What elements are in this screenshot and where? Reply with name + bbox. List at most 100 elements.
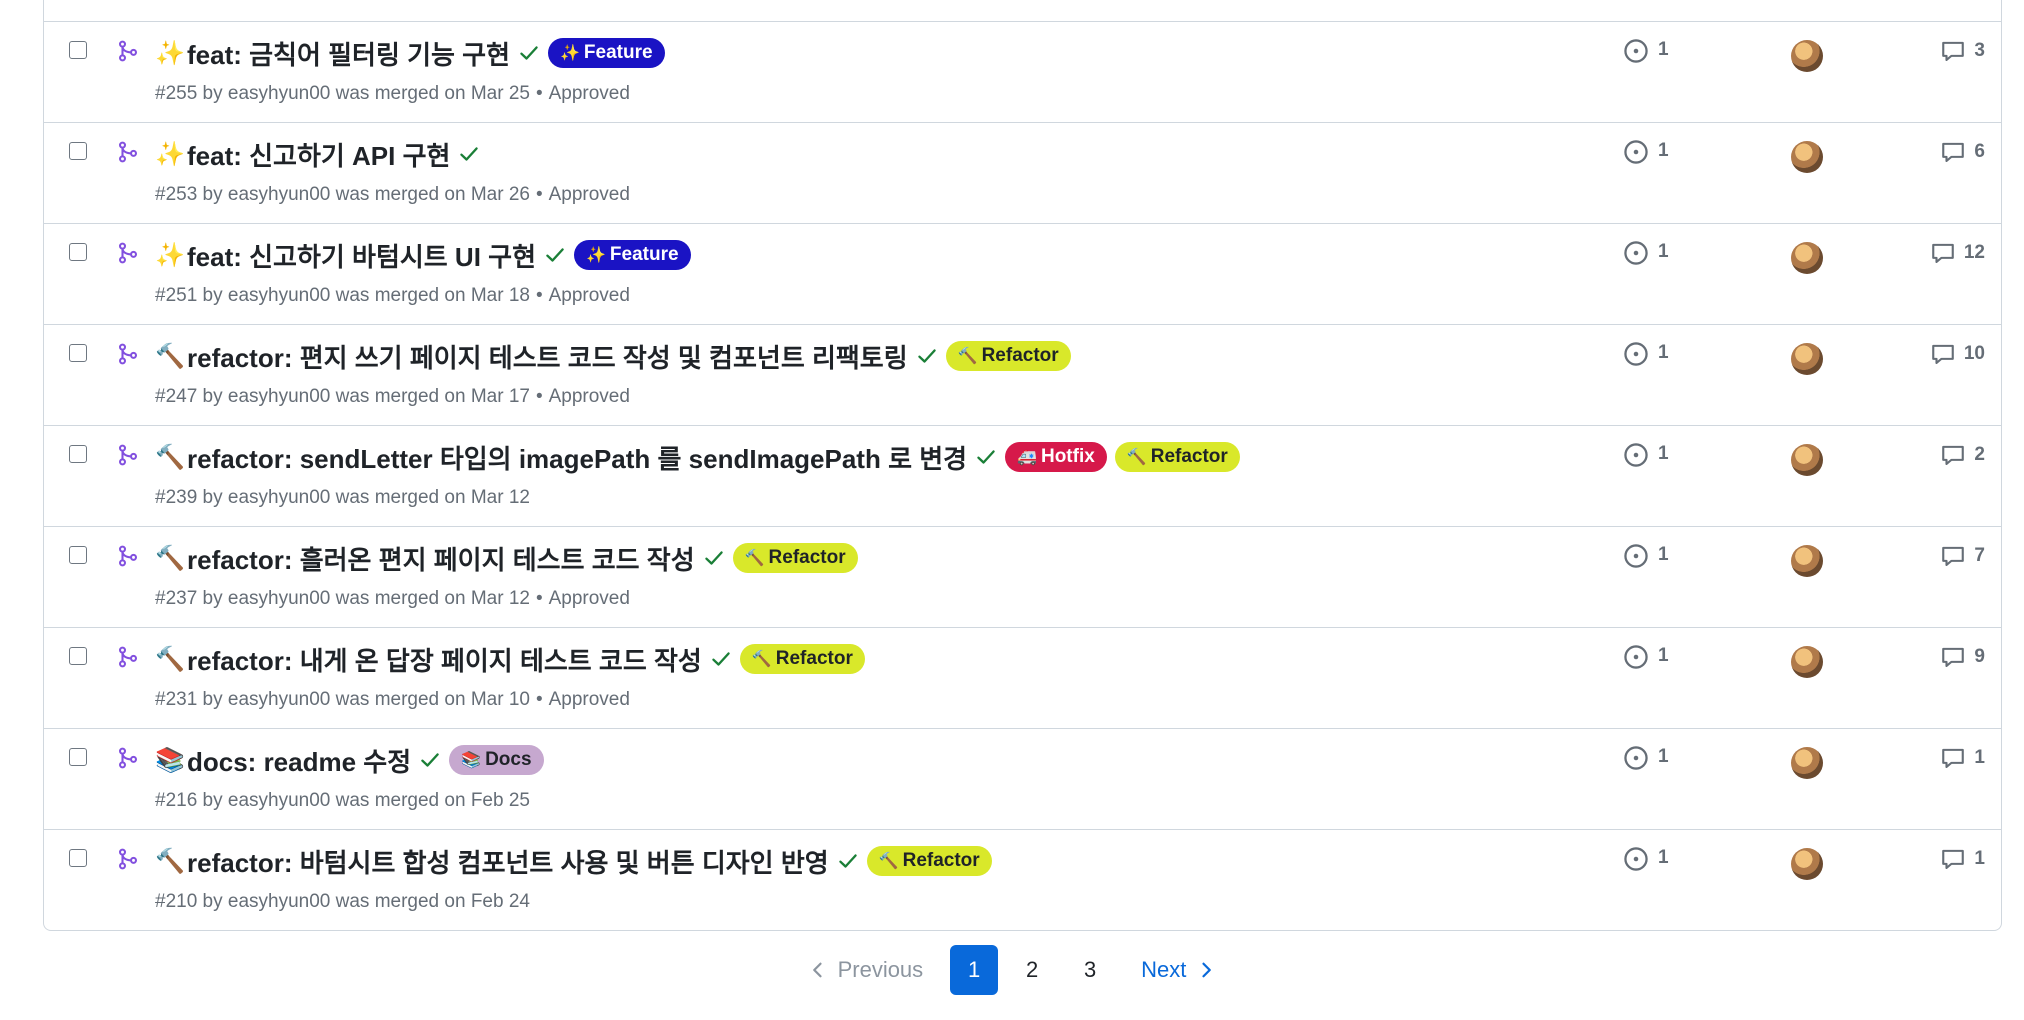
avatar[interactable] [1791,343,1823,375]
previous-page-button: Previous [808,957,923,983]
comment-icon [1942,849,1965,869]
avatar[interactable] [1791,646,1823,678]
meta-separator: • [535,184,543,205]
comments-link[interactable]: 2 [1940,442,1985,468]
title-line: ✨ feat: 신고하기 API 구현 [155,137,480,171]
comments-link[interactable]: 12 [1930,240,1985,266]
meta-separator: • [535,285,543,306]
title-emoji: ✨ [155,140,185,168]
label-badge[interactable]: 📚 Docs [449,745,544,775]
linked-issue-count[interactable]: 1 [1658,645,1669,667]
label-emoji: ✨ [586,247,606,264]
comments-link[interactable]: 1 [1940,846,1985,872]
comments-link[interactable]: 9 [1940,644,1985,670]
avatar[interactable] [1791,747,1823,779]
linked-issue-count[interactable]: 1 [1658,39,1669,61]
check-icon [421,753,439,767]
pr-title-link[interactable]: feat: 신고하기 바텀시트 UI 구현 [187,237,536,274]
row-checkbox[interactable] [69,344,87,362]
review-status[interactable]: Approved [549,285,630,306]
next-page-button[interactable]: Next [1141,957,1216,983]
row-checkbox[interactable] [69,243,87,261]
linked-issue-count[interactable]: 1 [1658,746,1669,768]
table-row: 🔨 refactor: 흘러온 편지 페이지 테스트 코드 작성 🔨 Refactor… [44,526,2001,627]
pr-meta: #210 by easyhyun00 was merged on Feb 24 [155,891,530,913]
avatar[interactable] [1791,545,1823,577]
row-checkbox[interactable] [69,849,87,867]
comments-link[interactable]: 7 [1940,543,1985,569]
pr-title-link[interactable]: refactor: 편지 쓰기 페이지 테스트 코드 작성 및 컴포넌트 리팩토… [187,338,908,375]
label-badge[interactable]: 🔨 Refactor [866,846,992,876]
pr-title-link[interactable]: refactor: 바텀시트 합성 컴포넌트 사용 및 버튼 디자인 반영 [187,843,829,880]
title-emoji: 🔨 [155,645,185,673]
pr-meta: #255 by easyhyun00 was merged on Mar 25 •… [155,83,630,105]
pr-title-link[interactable]: feat: 신고하기 API 구현 [187,136,450,173]
avatar[interactable] [1791,242,1823,274]
row-checkbox[interactable] [69,41,87,59]
comment-icon [1942,142,1965,162]
label-emoji: 🔨 [878,853,899,870]
meta-separator: • [535,689,543,710]
row-checkbox[interactable] [69,748,87,766]
pr-title-link[interactable]: feat: 금칙어 필터링 기능 구현 [187,35,510,72]
pr-title-link[interactable]: refactor: 내게 온 답장 페이지 테스트 코드 작성 [187,641,702,678]
comment-count: 7 [1974,545,1985,566]
meta-text: #239 by easyhyun00 was merged on Mar 12 [155,487,530,508]
page-2-button[interactable]: 2 [1008,945,1056,995]
page-1-button[interactable]: 1 [950,945,999,995]
linked-issue-icon [1624,443,1648,467]
check-icon [546,248,564,262]
review-status[interactable]: Approved [549,588,630,609]
comment-icon [1932,243,1954,263]
linked-issue-count[interactable]: 1 [1658,544,1669,566]
comments-link[interactable]: 1 [1940,745,1985,771]
label-emoji: 🚑 [1017,449,1037,466]
avatar[interactable] [1791,444,1823,476]
comments-link[interactable]: 3 [1940,38,1985,64]
comments-link[interactable]: 10 [1930,341,1985,367]
pr-title-link[interactable]: refactor: 흘러온 편지 페이지 테스트 코드 작성 [187,540,695,577]
pagination: Previous 123 Next [0,944,2024,996]
linked-issue-count[interactable]: 1 [1658,443,1669,465]
linked-issue-count[interactable]: 1 [1658,342,1669,364]
chevron-right-icon [1202,962,1212,978]
page-3-button[interactable]: 3 [1066,945,1114,995]
linked-issue-count[interactable]: 1 [1658,241,1669,263]
pr-title-link[interactable]: refactor: sendLetter 타입의 imagePath 를 sen… [187,439,967,476]
label-badge[interactable]: ✨ Feature [548,38,665,68]
label-text: Refactor [775,648,853,669]
row-checkbox[interactable] [69,142,87,160]
comments-link[interactable]: 6 [1940,139,1985,165]
label-badge[interactable]: ✨ Feature [574,240,691,270]
review-status[interactable]: Approved [549,184,630,205]
label-badge[interactable]: 🔨 Refactor [945,341,1071,371]
table-row: 🔨 refactor: 바텀시트 합성 컴포넌트 사용 및 버튼 디자인 반영 🔨 R… [44,829,2001,930]
avatar[interactable] [1791,40,1823,72]
label-badge[interactable]: 🔨 Refactor [739,644,865,674]
label-text: Feature [583,42,653,63]
comment-icon [1942,647,1965,667]
label-badge[interactable]: 🔨 Refactor [732,543,858,573]
avatar[interactable] [1791,141,1823,173]
avatar[interactable] [1791,848,1823,880]
title-emoji: ✨ [155,241,185,269]
title-line: 🔨 refactor: 흘러온 편지 페이지 테스트 코드 작성 🔨 Refactor [155,541,858,575]
linked-issue-count[interactable]: 1 [1658,847,1669,869]
pr-title-link[interactable]: docs: readme 수정 [187,742,411,779]
linked-issue-count[interactable]: 1 [1658,140,1669,162]
label-badge[interactable]: 🚑 Hotfix [1005,442,1107,472]
comment-count: 9 [1974,646,1985,667]
review-status[interactable]: Approved [549,689,630,710]
comment-count: 2 [1974,444,1985,465]
meta-text: #251 by easyhyun00 was merged on Mar 18 [155,285,530,306]
row-checkbox[interactable] [69,445,87,463]
meta-text: #255 by easyhyun00 was merged on Mar 25 [155,83,530,104]
row-checkbox[interactable] [69,647,87,665]
review-status[interactable]: Approved [549,386,630,407]
title-emoji: 🔨 [155,544,185,572]
comment-icon [1932,344,1954,364]
meta-text: #253 by easyhyun00 was merged on Mar 26 [155,184,530,205]
row-checkbox[interactable] [69,546,87,564]
review-status[interactable]: Approved [549,83,630,104]
label-badge[interactable]: 🔨 Refactor [1114,442,1240,472]
